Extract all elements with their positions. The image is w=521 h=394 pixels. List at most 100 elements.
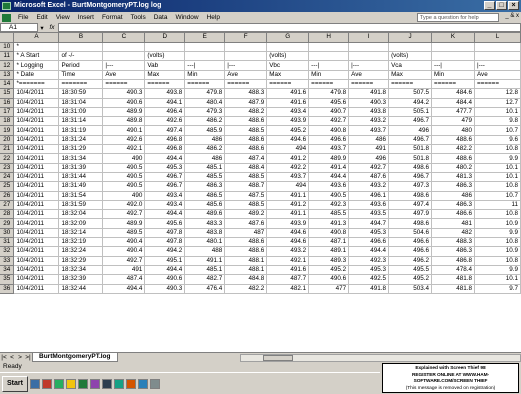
cell-l[interactable]	[474, 51, 521, 62]
row-header[interactable]: 11	[0, 51, 15, 62]
cell-i[interactable]: ======	[348, 79, 390, 90]
minimize-button[interactable]: _	[484, 1, 495, 10]
cell-h[interactable]: 490.8	[308, 125, 350, 136]
cell-k[interactable]: 480	[431, 125, 475, 136]
cell-i[interactable]: |---	[348, 60, 390, 71]
row-header[interactable]: 35	[0, 274, 15, 285]
cell-i[interactable]: 495.3	[348, 265, 390, 276]
cell-j[interactable]: 496.7	[388, 172, 433, 183]
cell-a[interactable]: 10/4/2011	[13, 191, 60, 201]
cell-k[interactable]: 486.8	[431, 256, 475, 266]
cell-e[interactable]: 479.8	[184, 88, 226, 99]
help-search-input[interactable]: Type a question for help	[417, 13, 499, 22]
cell-c[interactable]: 489.9	[102, 218, 146, 229]
cell-a[interactable]: 10/4/2011	[13, 153, 60, 164]
row-header[interactable]: 22	[0, 153, 15, 164]
cell-h[interactable]: 490.8	[308, 228, 350, 239]
cell-k[interactable]: ======	[431, 79, 475, 90]
formula-input[interactable]	[58, 23, 521, 32]
first-sheet-button[interactable]: |<	[0, 354, 8, 361]
row-header[interactable]: 29	[0, 218, 15, 229]
cell-e[interactable]	[184, 51, 226, 62]
cell-j[interactable]: 495.5	[388, 265, 433, 276]
cell-f[interactable]: 488.6	[224, 246, 268, 257]
cell-c[interactable]: 490.6	[102, 98, 146, 108]
cell-c[interactable]: 492.1	[102, 144, 146, 155]
cell-g[interactable]: 491.6	[266, 265, 310, 276]
cell-l[interactable]: 10.1	[474, 172, 521, 183]
cell-d[interactable]: 493.4	[144, 200, 186, 211]
cell-l[interactable]: 9.9	[474, 228, 521, 239]
row-header[interactable]: 18	[0, 116, 15, 127]
cell-e[interactable]	[184, 42, 226, 53]
row-header[interactable]: 26	[0, 191, 15, 201]
cell-h[interactable]: 490.7	[308, 107, 350, 118]
cell-g[interactable]: 491.1	[266, 191, 310, 201]
column-header-e[interactable]: E	[184, 33, 226, 43]
sheet-tab-active[interactable]: BurtMontgomeryPT.log	[32, 353, 118, 362]
cell-h[interactable]	[308, 51, 350, 62]
cell-f[interactable]: 488.6	[224, 135, 268, 146]
name-box-dropdown-icon[interactable]: ▾	[38, 24, 46, 32]
cell-a[interactable]: 10/4/2011	[13, 200, 60, 211]
row-header[interactable]: 14	[0, 79, 15, 90]
menu-help[interactable]: Help	[203, 14, 224, 21]
column-header-g[interactable]: G	[266, 33, 310, 43]
cell-a[interactable]: 10/4/2011	[13, 135, 60, 146]
cell-d[interactable]: 490.6	[144, 274, 186, 285]
cell-h[interactable]: 494.4	[308, 172, 350, 183]
cell-k[interactable]: 486.3	[431, 246, 475, 257]
cell-i[interactable]	[348, 51, 390, 62]
cell-e[interactable]: 476.4	[184, 284, 226, 294]
name-box[interactable]: A1	[0, 23, 38, 32]
row-header[interactable]: 23	[0, 163, 15, 173]
cell-g[interactable]: 494	[266, 144, 310, 155]
cell-f[interactable]: 488.1	[224, 256, 268, 266]
cell-i[interactable]: 492.3	[348, 256, 390, 266]
cell-k[interactable]: 481.8	[431, 284, 475, 294]
cell-b[interactable]: 18:32:34	[58, 265, 104, 276]
row-header[interactable]: 34	[0, 265, 15, 276]
cell-a[interactable]: 10/4/2011	[13, 265, 60, 276]
cell-f[interactable]: ======	[224, 79, 268, 90]
cell-a[interactable]: 10/4/2011	[13, 256, 60, 266]
cell-j[interactable]: 497.3	[388, 181, 433, 192]
column-header-l[interactable]: L	[474, 33, 521, 43]
row-header[interactable]: 13	[0, 70, 15, 81]
cell-j[interactable]: 498.6	[388, 163, 433, 173]
cell-c[interactable]: |---	[102, 60, 146, 71]
cell-h[interactable]: ---|	[308, 60, 350, 71]
cell-b[interactable]: 18:32:09	[58, 218, 104, 229]
cell-a[interactable]: 10/4/2011	[13, 144, 60, 155]
quicklaunch-icon[interactable]	[53, 378, 64, 389]
cell-c[interactable]: Ave	[102, 70, 146, 81]
cell-j[interactable]: 504.6	[388, 228, 433, 239]
cell-f[interactable]: 488.5	[224, 125, 268, 136]
cell-d[interactable]: 494.2	[144, 246, 186, 257]
cell-i[interactable]: 493.2	[348, 181, 390, 192]
cell-h[interactable]: 491.4	[308, 163, 350, 173]
row-header[interactable]: 20	[0, 135, 15, 146]
cell-i[interactable]: 492.7	[348, 163, 390, 173]
cell-c[interactable]: 494.4	[102, 284, 146, 294]
cell-c[interactable]: 490	[102, 191, 146, 201]
cell-b[interactable]: 18:32:44	[58, 284, 104, 294]
cell-c[interactable]: 490.1	[102, 125, 146, 136]
cell-i[interactable]: 496.6	[348, 237, 390, 248]
cell-g[interactable]: 491.2	[266, 153, 310, 164]
cell-h[interactable]: 495.2	[308, 265, 350, 276]
cell-j[interactable]: 501.8	[388, 153, 433, 164]
cell-l[interactable]: ======	[474, 79, 521, 90]
cell-i[interactable]: 493.8	[348, 107, 390, 118]
cell-c[interactable]: 490.4	[102, 246, 146, 257]
cell-j[interactable]: 496.7	[388, 135, 433, 146]
cell-h[interactable]: 477	[308, 284, 350, 294]
cell-j[interactable]: (volts)	[388, 51, 433, 62]
cell-d[interactable]: 496.7	[144, 181, 186, 192]
column-header-j[interactable]: J	[388, 33, 433, 43]
cell-b[interactable]: 18:31:54	[58, 191, 104, 201]
cell-k[interactable]: 488.6	[431, 135, 475, 146]
cell-c[interactable]	[102, 42, 146, 53]
prev-sheet-button[interactable]: <	[8, 354, 16, 361]
cell-j[interactable]: 496.6	[388, 237, 433, 248]
